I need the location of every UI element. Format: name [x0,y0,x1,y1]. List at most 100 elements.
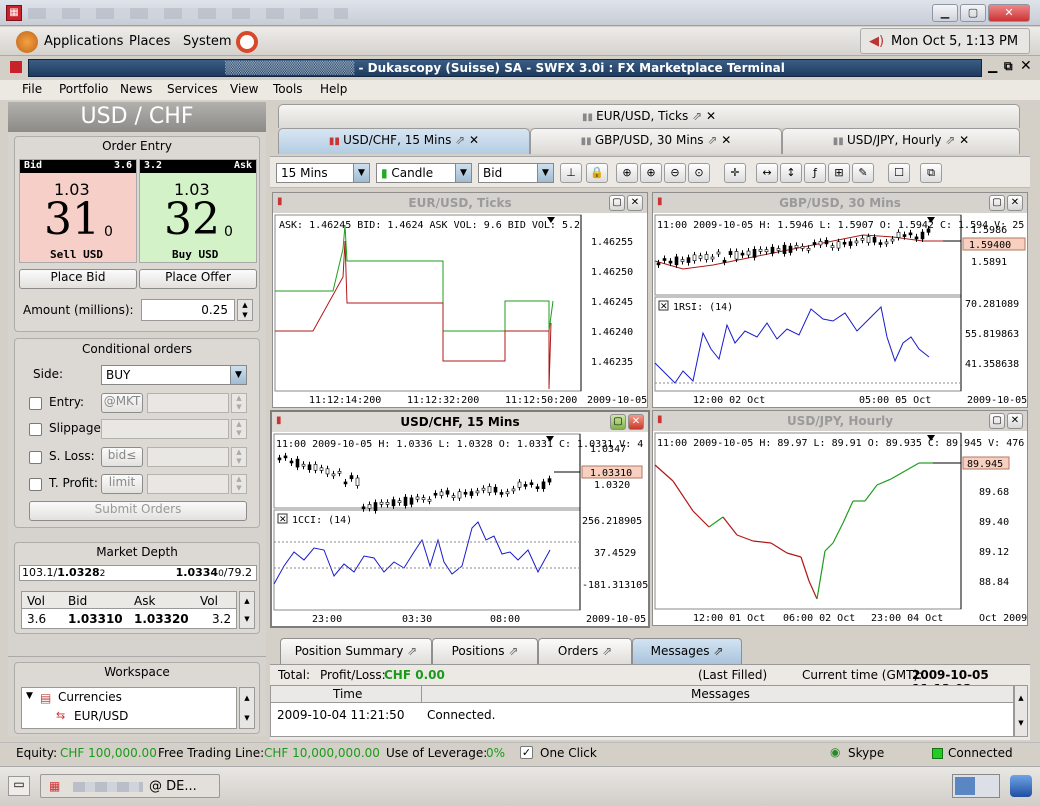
one-click-label[interactable]: One Click [540,746,597,760]
tree-currencies[interactable]: Currencies [58,690,122,704]
undock-icon[interactable]: ⇗ [713,644,723,658]
taskbar-app-button[interactable]: ▦ @ DE... [40,774,220,798]
tab-messages[interactable]: Messages ⇗ [632,638,742,664]
close-button[interactable]: ✕ [988,4,1030,22]
take-profit-spinner[interactable]: ▲ ▼ [231,474,247,494]
bid-quote-box[interactable]: Bid 3.6 1.03 31 0 Sell USD [19,159,137,263]
clock-applet[interactable]: ◀) Mon Oct 5, 1:13 PM [860,28,1030,54]
entry-checkbox[interactable] [29,397,42,410]
take-profit-mode-button[interactable]: limit [101,474,143,494]
entry-spinner[interactable]: ▲ ▼ [231,393,247,413]
ohlc-icon[interactable]: ⊥ [560,163,582,183]
place-bid-button[interactable]: Place Bid [19,269,137,289]
template-icon[interactable]: ☐ [888,163,910,183]
side-select[interactable]: BUY ▼ [101,365,247,385]
messages-scrollbar[interactable]: ▲ ▼ [1014,685,1028,737]
submit-orders-button[interactable]: Submit Orders [29,501,247,521]
tab-usdjpy-hourly[interactable]: ▮▮ USD/JPY, Hourly ⇗ ✕ [782,128,1020,154]
slippage-spinner[interactable]: ▲ ▼ [231,419,247,439]
workspace-scrollbar[interactable]: ▲ ▼ [239,687,255,729]
slippage-checkbox[interactable] [29,423,42,436]
tab-usdchf-15mins[interactable]: ▮▮ USD/CHF, 15 Mins ⇗ ✕ [278,128,530,154]
usdjpy-plot[interactable]: 11:00 2009-10-05 H: 89.97 L: 89.91 O: 89… [653,431,1027,625]
menu-help[interactable]: Help [320,82,347,96]
restore-chart-icon[interactable]: ▢ [989,195,1005,211]
app-close-icon[interactable]: ✕ [1020,58,1032,74]
menu-news[interactable]: News [120,82,152,96]
close-chart-icon[interactable]: ✕ [627,195,643,211]
trash-icon[interactable] [1010,775,1032,797]
stop-loss-spinner[interactable]: ▲ ▼ [231,447,247,467]
zoom-in-icon[interactable]: ⊕ [640,163,662,183]
drawing-tool-icon[interactable]: ✎ [852,163,874,183]
tab-gbpusd-30mins[interactable]: ▮▮ GBP/USD, 30 Mins ⇗ ✕ [530,128,782,154]
lock-icon[interactable]: 🔒 [586,163,608,183]
stop-loss-mode-button[interactable]: bid≤ [101,447,143,467]
usdchf-plot[interactable]: 11:00 2009-10-05 H: 1.0336 L: 1.0328 O: … [272,432,648,626]
minimize-button[interactable]: ▁ [932,4,958,22]
menu-file[interactable]: File [22,82,42,96]
tab-orders[interactable]: Orders ⇗ [538,638,632,664]
zoom-reset-icon[interactable]: ⊕ [616,163,638,183]
app-restore-icon[interactable]: ⧉ [1004,59,1013,74]
add-indicator-icon[interactable]: ⊞ [828,163,850,183]
stop-loss-field[interactable] [147,447,229,467]
crosshair-icon[interactable]: ✛ [724,163,746,183]
workspace-switcher[interactable] [952,774,1000,798]
tree-eurusd[interactable]: EUR/USD [74,709,128,723]
undock-icon[interactable]: ⇗ [455,133,465,147]
tab-positions[interactable]: Positions ⇗ [432,638,538,664]
tab-eurusd-ticks[interactable]: ▮▮ EUR/USD, Ticks ⇗ ✕ [278,104,1020,128]
horizontal-stretch-icon[interactable]: ↔ [756,163,778,183]
places-menu[interactable]: Places [129,34,170,49]
amount-input[interactable]: 0.25 [141,299,235,321]
close-tab-icon[interactable]: ✕ [959,133,969,147]
tab-position-summary[interactable]: Position Summary ⇗ [280,638,432,664]
close-tab-icon[interactable]: ✕ [706,109,716,123]
close-tab-icon[interactable]: ✕ [469,133,479,147]
undock-icon[interactable]: ⇗ [602,644,612,658]
depth-scrollbar[interactable]: ▲ ▼ [239,591,255,629]
col-messages[interactable]: Messages [691,687,750,701]
offer-side-select[interactable]: Bid ▼ [478,163,554,183]
restore-chart-icon[interactable]: ▢ [610,414,626,430]
zoom-out-icon[interactable]: ⊖ [664,163,686,183]
ask-quote-box[interactable]: 3.2 Ask 1.03 32 0 Buy USD [139,159,257,263]
entry-price-field[interactable] [147,393,229,413]
amount-spinner[interactable]: ▲ ▼ [237,299,253,321]
undock-icon[interactable]: ⇗ [407,644,417,658]
vertical-stretch-icon[interactable]: ↕ [780,163,802,183]
menu-tools[interactable]: Tools [273,82,303,96]
restore-chart-icon[interactable]: ▢ [989,413,1005,429]
close-chart-icon[interactable]: ✕ [1007,413,1023,429]
eurusd-plot[interactable]: ASK: 1.46245 BID: 1.4624 ASK VOL: 9.6 BI… [273,213,647,407]
ubuntu-logo-icon[interactable] [16,31,38,53]
applications-menu[interactable]: Applications [44,34,123,49]
restore-chart-icon[interactable]: ▢ [609,195,625,211]
clone-chart-icon[interactable]: ⧉ [920,163,942,183]
help-lifebuoy-icon[interactable] [236,31,258,53]
gbpusd-plot[interactable]: 11:00 2009-10-05 H: 1.5946 L: 1.5907 O: … [653,213,1027,407]
undock-icon[interactable]: ⇗ [508,644,518,658]
slippage-field[interactable] [101,419,229,439]
entry-mkt-button[interactable]: @MKT [101,393,143,413]
undock-icon[interactable]: ⇗ [707,133,717,147]
tree-expand-icon[interactable]: ▼ [26,691,33,701]
chart-type-select[interactable]: ▮ Candle ▼ [376,163,472,183]
close-chart-icon[interactable]: ✕ [1007,195,1023,211]
take-profit-checkbox[interactable] [29,478,42,491]
menu-portfolio[interactable]: Portfolio [59,82,108,96]
volume-icon[interactable]: ◀) [869,34,884,49]
undock-icon[interactable]: ⇗ [945,133,955,147]
skype-label[interactable]: Skype [848,746,884,760]
close-tab-icon[interactable]: ✕ [721,133,731,147]
show-desktop-icon[interactable]: ▭ [8,776,30,796]
period-select[interactable]: 15 Mins ▼ [276,163,370,183]
undock-icon[interactable]: ⇗ [692,109,702,123]
one-click-checkbox[interactable]: ✓ [520,746,533,759]
stop-loss-checkbox[interactable] [29,451,42,464]
menu-services[interactable]: Services [167,82,218,96]
place-offer-button[interactable]: Place Offer [139,269,257,289]
maximize-button[interactable]: ▢ [960,4,986,22]
app-minimize-icon[interactable]: ▁ [988,59,997,73]
